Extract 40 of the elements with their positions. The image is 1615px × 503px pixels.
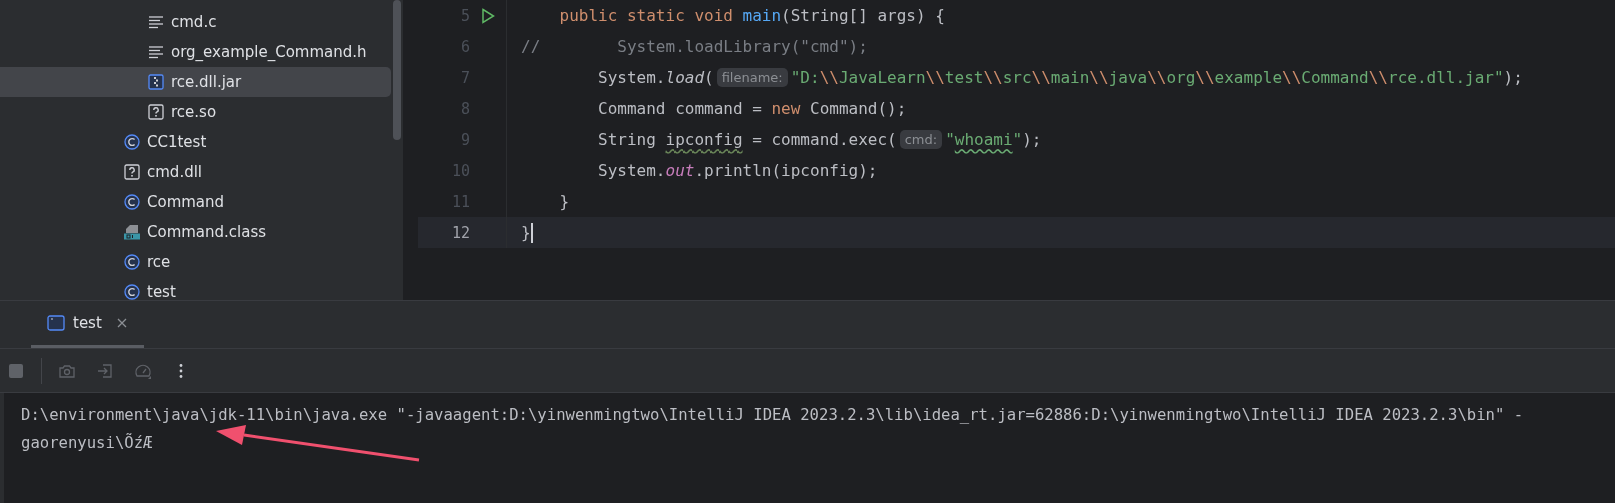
class-file-icon (124, 224, 140, 240)
code-text: "D:\\JavaLearn\\test\\src\\main\\java\\org\\example\\Command\\rce.dll.jar"); (790, 68, 1523, 87)
code-text: Command command = new Command(); (597, 99, 907, 118)
tree-item[interactable]: cmd.c (0, 7, 391, 37)
text-file-icon (148, 14, 164, 30)
tree-item[interactable]: cmd.dll (0, 157, 391, 187)
code-text: } (521, 223, 531, 242)
tree-item[interactable]: test (0, 277, 391, 300)
tree-item[interactable]: CC1test (0, 127, 391, 157)
tree-item[interactable]: rce.dll.jar (0, 67, 391, 97)
class-icon (124, 134, 140, 150)
archive-icon (148, 74, 164, 90)
code-text: System.out.println(ipconfig); (597, 161, 878, 180)
unknown-file-icon (124, 164, 140, 180)
line-number: 12 (451, 223, 470, 242)
inlay-hint: cmd: (899, 130, 943, 149)
code-text: String ipconfig = command.exec( (597, 130, 897, 149)
unknown-file-icon (148, 104, 164, 120)
console-line: gaorenyusi\ÕźÆ (21, 432, 153, 454)
code-text: public static void main(String[] args) { (558, 6, 945, 25)
tree-item[interactable]: rce (0, 247, 391, 277)
run-icon[interactable] (481, 7, 495, 24)
text-file-icon (148, 44, 164, 60)
text-cursor (530, 222, 533, 243)
tree-item[interactable]: Command.class (0, 217, 391, 247)
code-text: // System.loadLibrary("cmd"); (521, 37, 868, 56)
inlay-hint: filename: (716, 68, 788, 87)
tree-item[interactable]: org_example_Command.h (0, 37, 391, 67)
console-icon (47, 315, 65, 331)
code-text: } (558, 192, 570, 211)
console-line: D:\environment\java\jdk-11\bin\java.exe "-javaagent:D:\yinwenmingtwo\IntelliJ IDEA 2023.2.3\lib\idea_rt.jar=62886:D:\yinwenmingtwo\IntelliJ IDEA 2023.2.3\bin" - (21, 405, 1524, 426)
tree-item[interactable]: Command (0, 187, 391, 217)
class-icon (124, 284, 140, 300)
code-text: System.load( (597, 68, 714, 87)
tree-item[interactable]: rce.so (0, 97, 391, 127)
class-icon (124, 194, 140, 210)
close-icon[interactable] (115, 317, 128, 329)
code-text: "whoami"); (945, 130, 1042, 149)
class-icon (124, 254, 140, 270)
scrollbar-thumb[interactable] (393, 0, 401, 140)
